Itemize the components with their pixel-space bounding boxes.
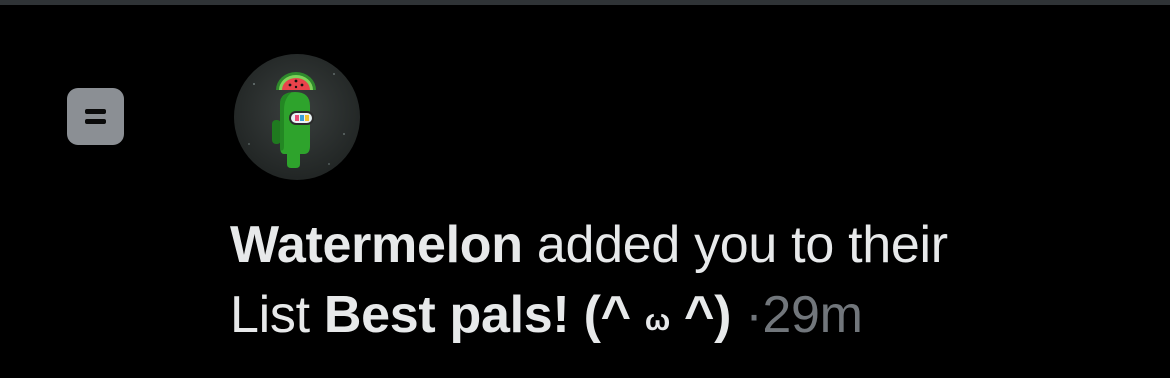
action-text: added you to their — [536, 216, 948, 274]
user-name-link[interactable]: Watermelon — [230, 216, 523, 274]
emoticon-open-paren: ( — [583, 286, 601, 344]
timestamp[interactable]: 29m — [762, 286, 863, 344]
emoticon-close-paren: ) — [714, 286, 732, 344]
list-icon-bar — [85, 109, 106, 114]
emoticon-mouth: ω — [644, 304, 670, 337]
list-icon — [67, 88, 124, 145]
list-icon-bar — [85, 119, 106, 124]
list-emoticon: (^ ω ^) — [584, 286, 732, 344]
watermelon-crewmate-icon — [234, 54, 360, 180]
notification-item[interactable]: Watermelon added you to their List Best … — [0, 5, 1170, 378]
list-name-link[interactable]: Best pals! (^ ω ^) — [323, 286, 732, 344]
emoticon-right-eye: ^ — [684, 286, 715, 344]
notification-text: Watermelon added you to their List Best … — [230, 210, 1130, 356]
list-prefix: List — [230, 286, 310, 344]
emoticon-left-eye: ^ — [600, 286, 631, 344]
list-name-text: Best pals! — [323, 286, 570, 344]
avatar[interactable] — [234, 54, 360, 180]
separator-dot: · — [745, 286, 763, 344]
